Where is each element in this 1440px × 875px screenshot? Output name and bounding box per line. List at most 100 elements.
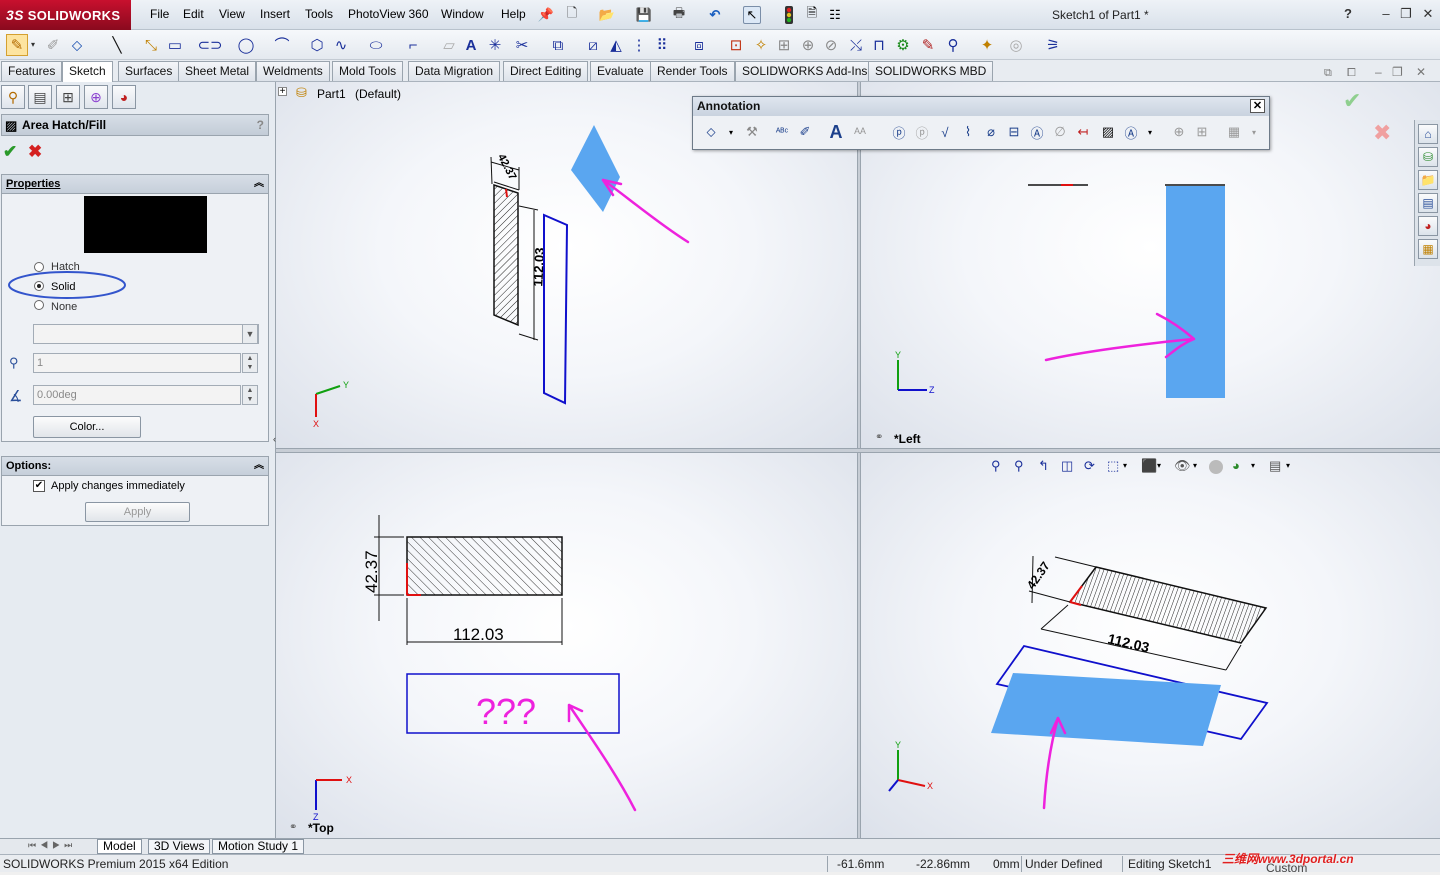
- solidworks-logo[interactable]: 3S SOLIDWORKS: [0, 0, 131, 30]
- spline-icon[interactable]: ∿: [330, 34, 352, 56]
- save-icon[interactable]: 💾: [635, 6, 653, 24]
- viewport-bottom-right[interactable]: ⚲ ⚲ ↰ ◫ ⟳ ⬚ ▾ ⬛ ▾ 👁 ▾ ◕ ▾ ▤ ▾ 42.37 112.…: [861, 453, 1440, 838]
- tab-data-migration[interactable]: Data Migration: [408, 61, 501, 81]
- tab-3d-views[interactable]: 3D Views: [148, 839, 211, 854]
- undo-icon[interactable]: ↶: [706, 6, 724, 24]
- restore-button[interactable]: ❐: [1396, 6, 1416, 24]
- horizontal-viewport-splitter[interactable]: [276, 448, 1440, 453]
- center-mark-icon[interactable]: ⊕: [1169, 122, 1189, 142]
- options-group-header[interactable]: Options: ︽: [1, 456, 269, 476]
- print-icon[interactable]: 🖶: [670, 5, 688, 24]
- plane-icon[interactable]: ▱: [438, 34, 460, 56]
- geometric-tolerance-icon[interactable]: ⊟: [1004, 122, 1024, 142]
- viewport-tile-icon[interactable]: ⧉: [1324, 67, 1332, 80]
- appearance-icon[interactable]: ✎: [917, 34, 939, 56]
- balloon-icon[interactable]: ⓟ: [889, 122, 909, 142]
- radio-none[interactable]: [34, 300, 44, 310]
- hole-callout-icon[interactable]: ⌀: [981, 122, 1001, 142]
- angle-spinner[interactable]: ▲ ▼: [242, 385, 258, 405]
- options-icon[interactable]: ☷: [826, 6, 844, 24]
- line-icon[interactable]: ╲: [106, 34, 128, 56]
- polygon-icon[interactable]: ⬡: [306, 34, 328, 56]
- menu-edit[interactable]: Edit: [183, 7, 204, 21]
- viewport-bottom-left[interactable]: 42.37 112.03 ??? X Z ⚭ *Top: [276, 453, 857, 838]
- home-icon[interactable]: ⌂: [1418, 124, 1438, 144]
- format-painter-icon[interactable]: ✐: [795, 122, 815, 142]
- move-entities-icon[interactable]: ⧈: [688, 34, 710, 56]
- fillet-icon[interactable]: ⌐: [402, 34, 424, 56]
- tab-motion-study[interactable]: Motion Study 1: [212, 839, 305, 854]
- confirm-check-icon[interactable]: ✔: [1343, 88, 1361, 114]
- tab-mold-tools[interactable]: Mold Tools: [332, 61, 404, 81]
- menu-photoview[interactable]: PhotoView 360: [348, 7, 429, 21]
- centerline-icon[interactable]: ⤡: [140, 34, 162, 56]
- angle-input[interactable]: 0.00deg: [33, 385, 241, 405]
- rapid-sketch-icon[interactable]: ⊕: [797, 34, 819, 56]
- rebuild-icon[interactable]: [780, 6, 798, 24]
- ok-check-icon[interactable]: ✔: [3, 142, 17, 162]
- view-link-icon[interactable]: ⚭: [875, 432, 883, 443]
- area-hatch-fill-icon[interactable]: ▨: [1098, 122, 1118, 142]
- linear-pattern-icon[interactable]: ⋮: [628, 34, 650, 56]
- tab-direct-editing[interactable]: Direct Editing: [503, 61, 589, 81]
- vertical-viewport-splitter[interactable]: [857, 82, 861, 838]
- quick-snaps-icon[interactable]: ⊞: [773, 34, 795, 56]
- surface-finish-icon[interactable]: √: [935, 122, 955, 142]
- feature-manager-tab-icon[interactable]: ⚲: [1, 85, 25, 109]
- sketch-numeric-input-icon[interactable]: ⊓: [868, 34, 890, 56]
- instant2d-icon[interactable]: ⊘: [820, 34, 842, 56]
- select-pointer-icon[interactable]: ↖: [743, 6, 761, 24]
- tab-evaluate[interactable]: Evaluate: [590, 61, 651, 81]
- chevron-down-icon[interactable]: ▼: [242, 324, 258, 344]
- custom-properties-icon[interactable]: ▦: [1418, 239, 1438, 259]
- customize-icon[interactable]: ⚞: [1042, 34, 1064, 56]
- appearances-icon[interactable]: ◕: [1418, 216, 1438, 236]
- datum-target-icon[interactable]: ∅: [1050, 122, 1070, 142]
- view-settings-icon[interactable]: ⚲: [942, 34, 964, 56]
- tab-surfaces[interactable]: Surfaces: [118, 61, 180, 81]
- smart-dimension-icon[interactable]: ⬦: [66, 34, 88, 56]
- scale-input[interactable]: 1: [33, 353, 241, 373]
- cancel-x-icon[interactable]: ✖: [28, 142, 42, 162]
- menu-window[interactable]: Window: [441, 7, 484, 21]
- menu-help[interactable]: Help: [501, 7, 526, 21]
- cosmetic-thread-icon[interactable]: ↤: [1073, 122, 1093, 142]
- sketch-icon[interactable]: ✎: [6, 34, 28, 56]
- model-items-icon[interactable]: ⚒: [742, 122, 762, 142]
- apply-button[interactable]: Apply: [85, 502, 190, 522]
- datum-feature-icon[interactable]: Ⓐ: [1027, 122, 1047, 142]
- open-folder-icon[interactable]: 📂: [598, 6, 616, 24]
- note-icon[interactable]: A: [826, 122, 846, 142]
- rectangle-icon[interactable]: ▭: [164, 34, 186, 56]
- convert-entities-icon[interactable]: ⧉: [547, 34, 569, 56]
- close-button[interactable]: ✕: [1418, 6, 1438, 24]
- new-document-icon[interactable]: 🗋: [563, 5, 581, 24]
- file-explorer-icon[interactable]: 📁: [1418, 170, 1438, 190]
- pattern-dropdown[interactable]: [33, 324, 259, 344]
- linear-note-pattern-icon[interactable]: ᴬᴬ: [850, 122, 870, 142]
- shaded-contours-icon[interactable]: ⤯: [845, 34, 867, 56]
- properties-group-header[interactable]: Properties ︽: [1, 174, 269, 194]
- file-properties-icon[interactable]: 🗎: [803, 5, 821, 24]
- grid-pattern-icon[interactable]: ⠿: [651, 34, 673, 56]
- menu-insert[interactable]: Insert: [260, 7, 290, 21]
- annotation-close-button[interactable]: ✕: [1250, 99, 1265, 113]
- centerline-icon[interactable]: ⊞: [1192, 122, 1212, 142]
- auto-balloon-icon[interactable]: ⓟ: [912, 122, 932, 142]
- chevron-down-icon[interactable]: ▾: [31, 40, 35, 49]
- spell-checker-icon[interactable]: ᴬᴮᶜ: [772, 122, 792, 142]
- collapse-chevron-icon[interactable]: ︽: [254, 175, 264, 193]
- check-sketch-icon[interactable]: ⚙: [892, 34, 914, 56]
- tab-scroll-arrows[interactable]: ⏮◀▶⏭: [28, 840, 76, 851]
- arc-icon[interactable]: ⌒: [271, 34, 293, 56]
- menu-file[interactable]: File: [150, 7, 169, 21]
- minimize-button[interactable]: ‒: [1376, 6, 1396, 24]
- viewport-restore-icon[interactable]: ❐: [1392, 65, 1403, 79]
- design-library-icon[interactable]: ⛁: [1418, 147, 1438, 167]
- menu-view[interactable]: View: [219, 7, 245, 21]
- tab-model[interactable]: Model: [97, 839, 142, 854]
- dimxpert-tab-icon[interactable]: ⊕: [84, 85, 108, 109]
- repair-sketch-icon[interactable]: ✧: [750, 34, 772, 56]
- view-link-icon[interactable]: ⚭: [289, 822, 297, 833]
- mirror-entities-icon[interactable]: ◭: [605, 34, 627, 56]
